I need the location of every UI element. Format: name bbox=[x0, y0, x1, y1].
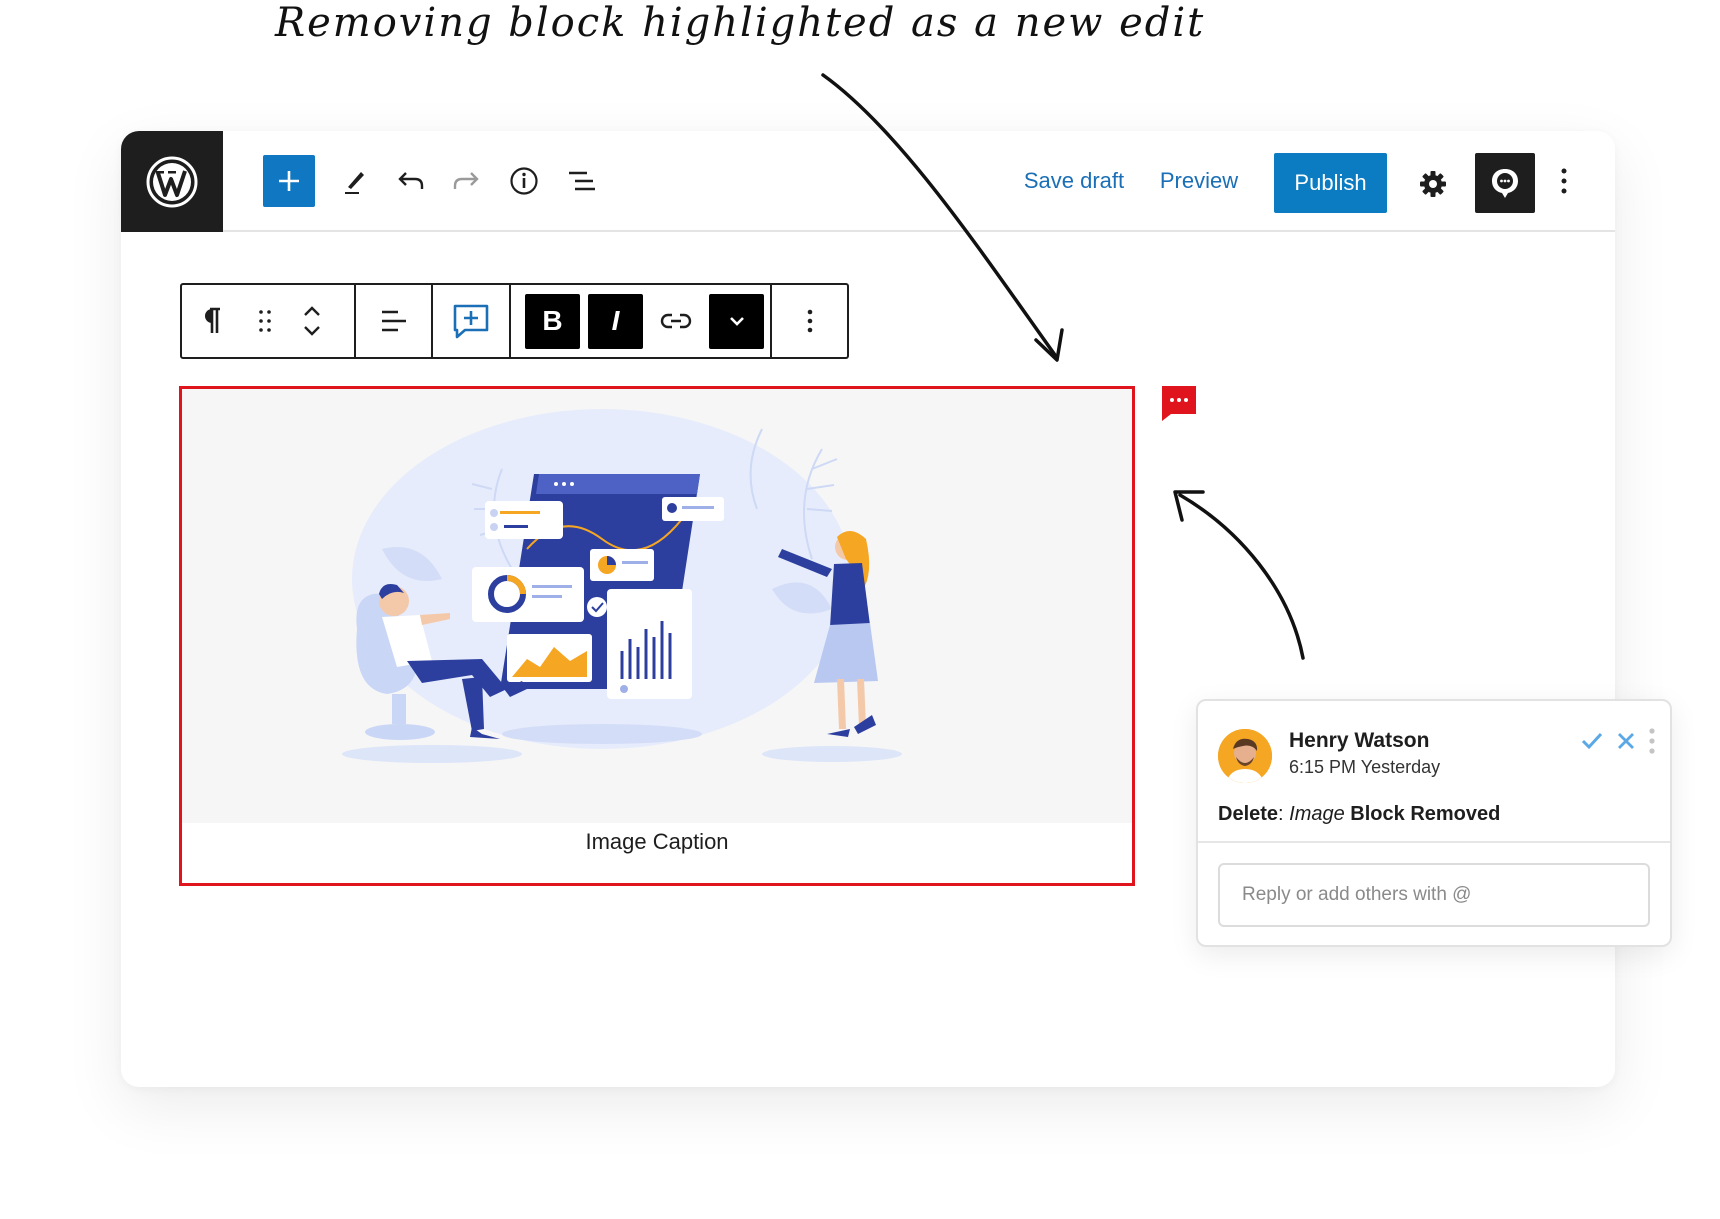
details-button[interactable] bbox=[501, 155, 547, 207]
wordpress-logo-button[interactable] bbox=[121, 131, 223, 232]
avatar bbox=[1218, 729, 1272, 783]
redo-icon bbox=[453, 172, 479, 189]
paragraph-icon bbox=[205, 307, 220, 333]
editor-top-toolbar: Save draft Preview Publish bbox=[121, 131, 1615, 232]
chevron-up-icon[interactable] bbox=[302, 305, 322, 317]
comment-author: Henry Watson bbox=[1289, 729, 1430, 752]
annotation-headline: Removing block highlighted as a new edit bbox=[275, 0, 1206, 46]
reply-input[interactable] bbox=[1218, 863, 1650, 927]
block-toolbar: B I bbox=[180, 283, 849, 359]
format-group: B I bbox=[511, 285, 773, 357]
pencil-icon bbox=[345, 172, 364, 194]
add-comment-button[interactable] bbox=[436, 285, 506, 357]
comment-group bbox=[433, 285, 511, 357]
comment-bubble-icon bbox=[1492, 169, 1518, 198]
wordpress-icon bbox=[146, 156, 198, 207]
comment-body: Delete: Image Block Removed bbox=[1218, 803, 1500, 826]
comment-timestamp: 6:15 PM Yesterday bbox=[1289, 757, 1441, 777]
comment-actions bbox=[1580, 727, 1656, 755]
comment-status: Block Removed bbox=[1344, 803, 1501, 825]
gear-icon bbox=[1420, 171, 1446, 197]
checkmark-icon[interactable] bbox=[1580, 731, 1604, 751]
block-options-group bbox=[772, 285, 847, 357]
options-menu-button[interactable] bbox=[1549, 155, 1579, 207]
align-group bbox=[356, 285, 434, 357]
settings-button[interactable] bbox=[1410, 158, 1456, 210]
chevron-down-icon[interactable] bbox=[302, 325, 322, 337]
link-icon bbox=[660, 313, 692, 329]
block-image bbox=[182, 389, 1132, 823]
plus-icon bbox=[279, 171, 299, 191]
close-icon[interactable] bbox=[1616, 731, 1636, 751]
comments-panel-button[interactable] bbox=[1475, 153, 1535, 213]
block-type-button[interactable] bbox=[182, 285, 242, 357]
comment-action-label: Delete bbox=[1218, 803, 1279, 825]
comment-indicator-button[interactable] bbox=[1159, 384, 1199, 422]
redo-button[interactable] bbox=[443, 155, 489, 207]
image-caption[interactable]: Image Caption bbox=[182, 829, 1132, 855]
comment-alert-icon bbox=[1162, 386, 1196, 421]
align-button[interactable] bbox=[359, 285, 429, 357]
save-draft-button[interactable]: Save draft bbox=[1014, 155, 1134, 207]
publish-button[interactable]: Publish bbox=[1274, 153, 1387, 213]
undo-button[interactable] bbox=[388, 155, 434, 207]
more-vertical-icon[interactable] bbox=[1648, 727, 1656, 755]
move-block-control[interactable] bbox=[287, 285, 337, 357]
add-comment-icon bbox=[453, 304, 489, 339]
comment-separator: : bbox=[1278, 803, 1290, 825]
undo-icon bbox=[398, 172, 424, 189]
chevron-down-icon bbox=[729, 317, 744, 326]
comment-thread-card: Henry Watson 6:15 PM Yesterday Delete: I… bbox=[1196, 699, 1672, 947]
user-avatar-image bbox=[1218, 729, 1272, 783]
add-block-button[interactable] bbox=[263, 155, 315, 207]
tools-button[interactable] bbox=[332, 155, 378, 207]
comment-block-type: Image bbox=[1289, 803, 1345, 825]
more-vertical-icon bbox=[1561, 168, 1567, 194]
drag-handle[interactable] bbox=[242, 285, 287, 357]
list-view-button[interactable] bbox=[559, 155, 605, 207]
link-button[interactable] bbox=[647, 285, 705, 357]
drag-dots-icon bbox=[258, 310, 271, 332]
block-mover-group bbox=[182, 285, 357, 357]
preview-button[interactable]: Preview bbox=[1146, 155, 1252, 207]
more-vertical-icon bbox=[807, 309, 812, 333]
list-view-icon bbox=[569, 171, 595, 191]
bold-button[interactable]: B bbox=[525, 293, 580, 349]
block-options-button[interactable] bbox=[780, 285, 840, 357]
align-left-icon bbox=[381, 310, 406, 332]
italic-button[interactable]: I bbox=[588, 293, 643, 349]
info-icon bbox=[510, 167, 538, 195]
dashboard-illustration bbox=[342, 409, 902, 763]
more-formats-button[interactable] bbox=[709, 293, 764, 349]
image-block-removed[interactable]: Image Caption bbox=[179, 386, 1135, 886]
comment-divider bbox=[1198, 841, 1670, 843]
